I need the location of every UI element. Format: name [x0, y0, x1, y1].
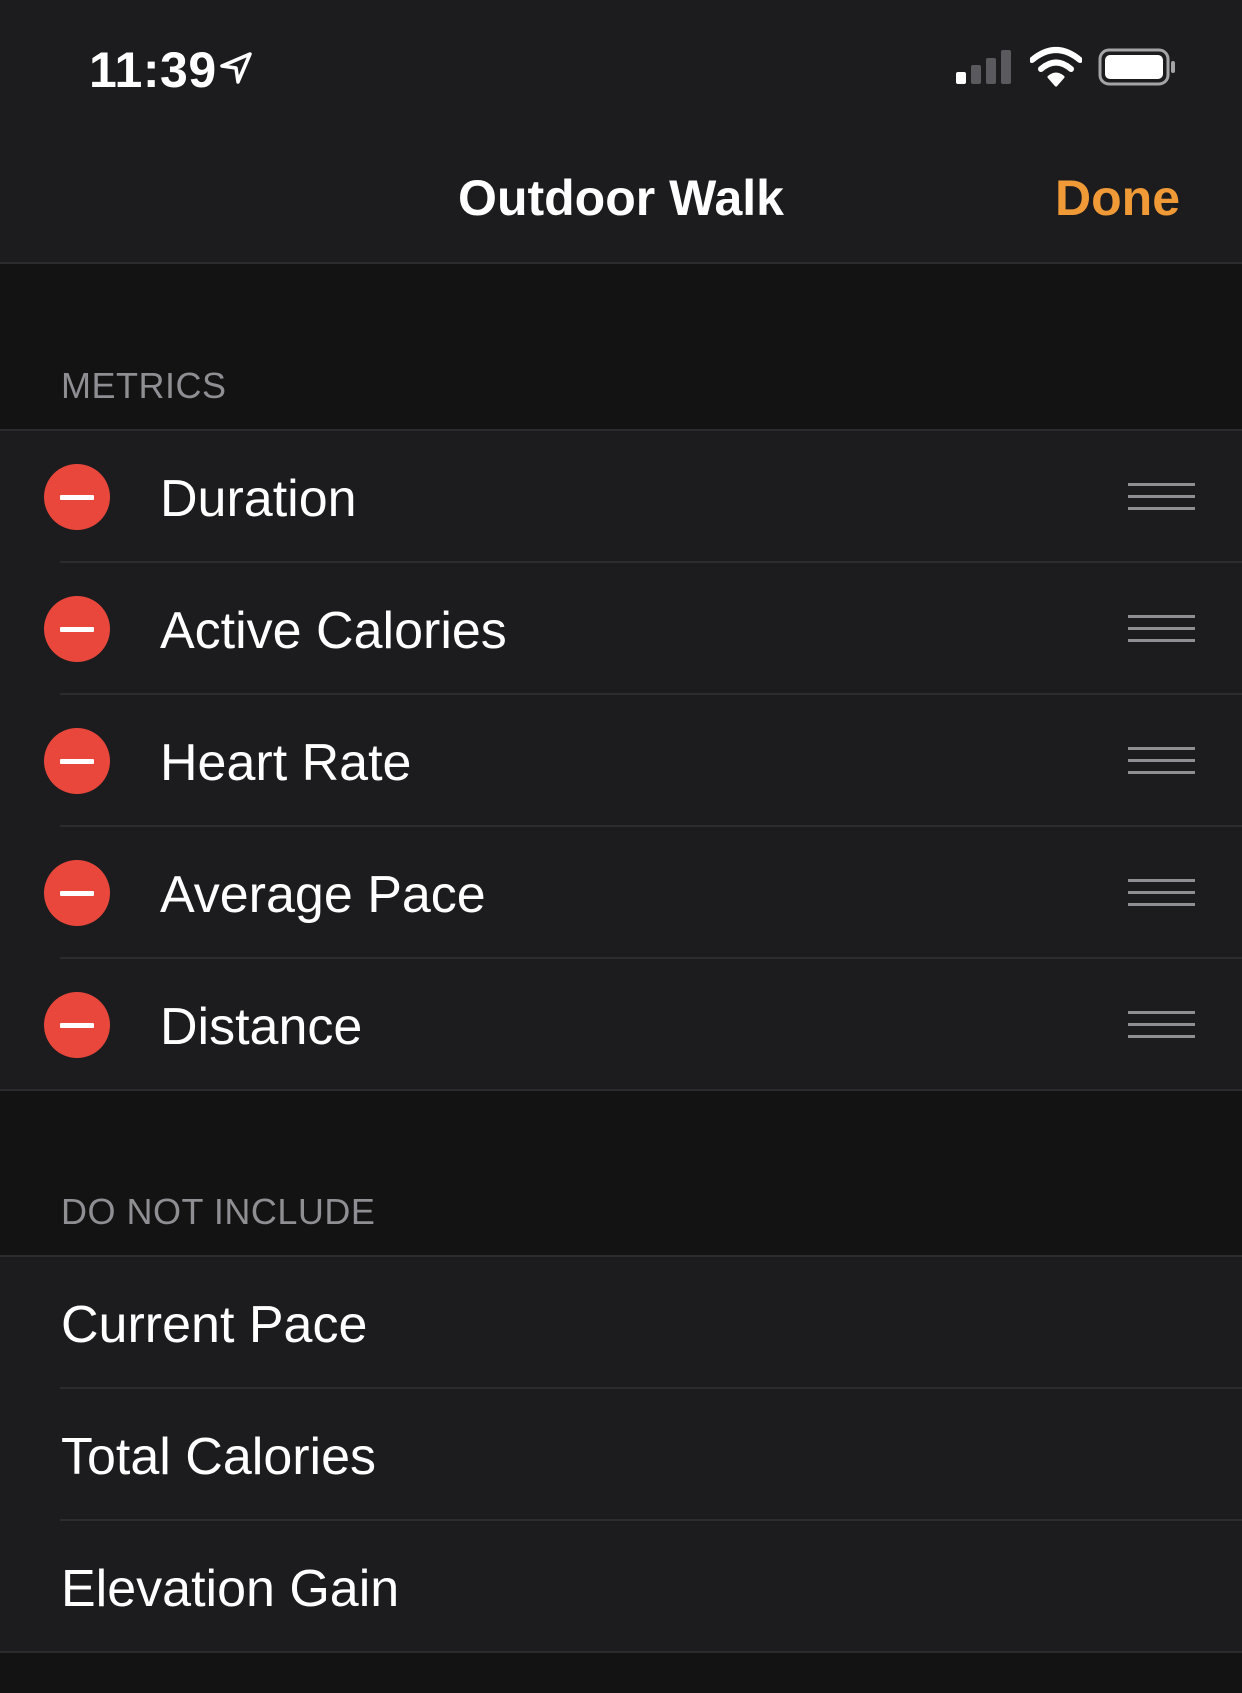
battery-icon	[1098, 48, 1175, 86]
remove-metric-button[interactable]	[44, 992, 110, 1058]
excluded-metric-row[interactable]: Elevation Gain	[0, 1521, 1242, 1653]
status-bar: 11:39	[0, 0, 1242, 130]
minus-icon	[60, 759, 94, 764]
drag-handle-icon[interactable]	[1128, 483, 1198, 511]
metrics-list: Duration Active Calories Heart Rate Average…	[0, 429, 1242, 1091]
do-not-include-section-header: DO NOT INCLUDE	[61, 1191, 376, 1232]
minus-icon	[60, 1023, 94, 1028]
metric-label: Active Calories	[160, 602, 507, 660]
metric-row[interactable]: Heart Rate	[0, 695, 1242, 827]
drag-handle-icon[interactable]	[1128, 1011, 1198, 1039]
metrics-section-header: METRICS	[61, 365, 227, 406]
metric-label: Distance	[160, 998, 363, 1056]
minus-icon	[60, 891, 94, 896]
metric-row[interactable]: Active Calories	[0, 563, 1242, 695]
excluded-metric-label: Current Pace	[61, 1296, 368, 1354]
metric-row[interactable]: Average Pace	[0, 827, 1242, 959]
drag-handle-icon[interactable]	[1128, 747, 1198, 775]
status-time: 11:39	[89, 42, 217, 98]
minus-icon	[60, 627, 94, 632]
drag-handle-icon[interactable]	[1128, 879, 1198, 907]
do-not-include-list: Current Pace Total Calories Elevation Gain	[0, 1255, 1242, 1653]
excluded-metric-row[interactable]: Total Calories	[0, 1389, 1242, 1521]
metric-row[interactable]: Duration	[0, 431, 1242, 563]
excluded-metric-label: Total Calories	[61, 1428, 377, 1486]
cellular-signal-icon	[956, 50, 1011, 84]
done-button[interactable]: Done	[1055, 168, 1180, 228]
remove-metric-button[interactable]	[44, 464, 110, 530]
remove-metric-button[interactable]	[44, 860, 110, 926]
remove-metric-button[interactable]	[44, 596, 110, 662]
wifi-icon	[1030, 47, 1082, 87]
navigation-bar: Outdoor Walk Done	[0, 130, 1242, 264]
remove-metric-button[interactable]	[44, 728, 110, 794]
metric-label: Heart Rate	[160, 734, 412, 792]
metric-label: Duration	[160, 470, 357, 528]
minus-icon	[60, 495, 94, 500]
excluded-metric-label: Elevation Gain	[61, 1560, 400, 1618]
excluded-metric-row[interactable]: Current Pace	[0, 1257, 1242, 1389]
location-arrow-icon	[220, 52, 252, 84]
metric-row[interactable]: Distance	[0, 959, 1242, 1091]
metric-label: Average Pace	[160, 866, 486, 924]
drag-handle-icon[interactable]	[1128, 615, 1198, 643]
